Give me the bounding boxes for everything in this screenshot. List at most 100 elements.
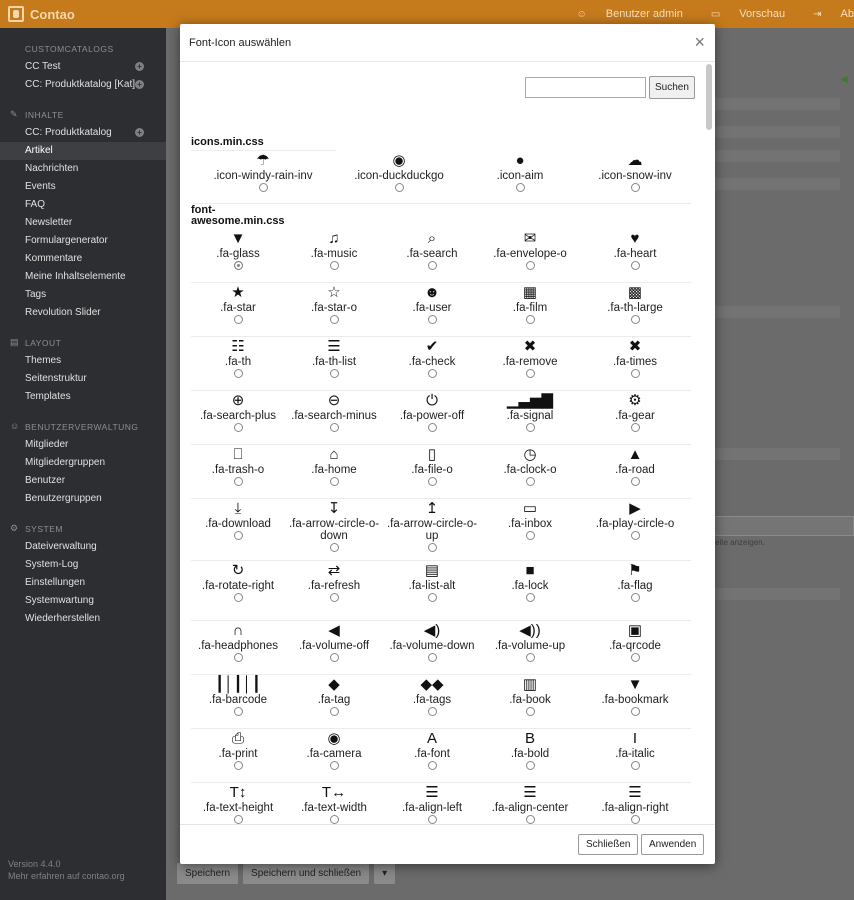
icon-option[interactable]: ✖ .fa-times [586,338,684,378]
icon-option[interactable]: ⤓ .fa-download [189,500,287,540]
sidebar-item[interactable]: Themes [0,352,166,370]
icon-radio[interactable] [233,815,243,824]
icon-option[interactable]: ⌕ .fa-search [383,230,481,270]
icon-radio[interactable] [525,261,535,270]
icon-radio[interactable] [427,543,437,552]
icon-option[interactable]: ◀)) .fa-volume-up [481,622,579,662]
sidebar-item[interactable]: Dateiverwaltung [0,538,166,556]
icon-radio[interactable] [329,653,339,662]
icon-radio[interactable] [630,477,640,486]
icon-option[interactable]: ☂ .icon-windy-rain-inv [199,152,327,192]
icon-radio[interactable] [329,815,339,824]
sidebar-item[interactable]: Systemwartung [0,592,166,610]
icon-radio[interactable] [233,707,243,716]
icon-option[interactable]: ↧ .fa-arrow-circle-o-down [285,500,383,552]
icon-option[interactable]: ▁▃▅▇ .fa-signal [481,392,579,432]
icon-radio[interactable] [427,423,437,432]
icon-option[interactable]: ✔ .fa-check [383,338,481,378]
icon-radio[interactable] [329,423,339,432]
save-close-button[interactable]: Speichern und schließen [242,862,371,885]
icon-radio[interactable] [329,369,339,378]
icon-option[interactable]: ☁ .icon-snow-inv [571,152,699,192]
icon-option[interactable]: ☆ .fa-star-o [285,284,383,324]
icon-search-input[interactable] [525,77,646,98]
sidebar-item[interactable]: Seitenstruktur [0,370,166,388]
icon-radio[interactable] [525,369,535,378]
icon-option[interactable]: ⌂ .fa-home [285,446,383,486]
icon-radio[interactable] [630,815,640,824]
header-nav-item[interactable]: ▭ Vorschau [697,8,785,20]
icon-option[interactable]: ▶ .fa-play-circle-o [586,500,684,540]
save-button[interactable]: Speichern [176,862,240,885]
icon-option[interactable]: ◀ .fa-volume-off [285,622,383,662]
icon-radio[interactable] [329,593,339,602]
sidebar-item[interactable]: Mitglieder [0,436,166,454]
icon-option[interactable]: ☰ .fa-align-left [383,784,481,824]
icon-radio[interactable] [329,707,339,716]
icon-radio[interactable] [329,261,339,270]
sidebar-group-title[interactable]: ✎ INHALTE [0,106,166,124]
sidebar-item[interactable]: Wiederherstellen [0,610,166,628]
icon-radio[interactable] [427,261,437,270]
app-logo[interactable]: Contao [8,6,75,22]
sidebar-item[interactable]: Artikel [0,142,166,160]
icon-radio[interactable] [525,653,535,662]
icon-radio[interactable] [233,315,243,324]
apply-button[interactable]: Anwenden [641,834,705,855]
sidebar-item[interactable]: Mitgliedergruppen [0,454,166,472]
sidebar-item[interactable]: FAQ [0,196,166,214]
icon-radio[interactable] [329,477,339,486]
icon-option[interactable]: ⊕ .fa-search-plus [189,392,287,432]
icon-radio[interactable] [233,477,243,486]
icon-radio[interactable] [233,423,243,432]
sidebar-item[interactable]: CC: Produktkatalog [Kat] + [0,76,166,94]
sidebar-item[interactable]: System-Log [0,556,166,574]
icon-option[interactable]: ● .icon-aim [456,152,584,192]
icon-radio[interactable] [329,315,339,324]
icon-radio[interactable] [233,531,243,540]
sidebar-item[interactable]: Formulargenerator [0,232,166,250]
icon-radio[interactable] [427,707,437,716]
icon-option[interactable]: ☻ .fa-user [383,284,481,324]
icon-radio[interactable] [525,423,535,432]
icon-radio[interactable] [258,183,268,192]
icon-radio[interactable] [427,369,437,378]
sidebar-item[interactable]: Newsletter [0,214,166,232]
icon-option[interactable]: ◆ .fa-tag [285,676,383,716]
icon-radio[interactable] [525,315,535,324]
icon-radio[interactable] [427,653,437,662]
icon-radio[interactable] [233,593,243,602]
icon-radio[interactable] [394,183,404,192]
icon-option[interactable]: ◀) .fa-volume-down [383,622,481,662]
icon-option[interactable]: ↥ .fa-arrow-circle-o-up [383,500,481,552]
icon-option[interactable]: ▼ .fa-bookmark [586,676,684,716]
icon-option[interactable]: ✉ .fa-envelope-o [481,230,579,270]
icon-radio[interactable] [630,369,640,378]
icon-radio[interactable] [427,815,437,824]
sidebar-item[interactable]: Einstellungen [0,574,166,592]
close-icon[interactable]: × [694,33,705,51]
icon-option[interactable]: ▩ .fa-th-large [586,284,684,324]
close-button[interactable]: Schließen [578,834,639,855]
icon-option[interactable]: ⊖ .fa-search-minus [285,392,383,432]
icon-option[interactable]: ┃│┃│┃ .fa-barcode [189,676,287,716]
icon-option[interactable]: ☰ .fa-th-list [285,338,383,378]
save-dropdown-button[interactable]: ▾ [373,862,397,885]
icon-option[interactable]: ▯ .fa-file-o [383,446,481,486]
icon-option[interactable]: ♫ .fa-music [285,230,383,270]
icon-radio[interactable] [233,761,243,770]
sidebar-item[interactable]: Nachrichten [0,160,166,178]
icon-radio[interactable] [630,593,640,602]
add-icon[interactable]: + [135,62,144,71]
icon-option[interactable]: ▣ .fa-qrcode [586,622,684,662]
icon-option[interactable]: B .fa-bold [481,730,579,770]
icon-option[interactable]: ▲ .fa-road [586,446,684,486]
sidebar-item[interactable]: CC Test + [0,58,166,76]
icon-radio[interactable] [233,261,243,270]
sidebar-group-title[interactable]: CUSTOMCATALOGS [0,40,166,58]
sidebar-item[interactable]: Revolution Slider [0,304,166,322]
icon-option[interactable]: ↻ .fa-rotate-right [189,562,287,602]
icon-option[interactable]: A .fa-font [383,730,481,770]
sidebar-item[interactable]: Templates [0,388,166,406]
icon-radio[interactable] [630,315,640,324]
